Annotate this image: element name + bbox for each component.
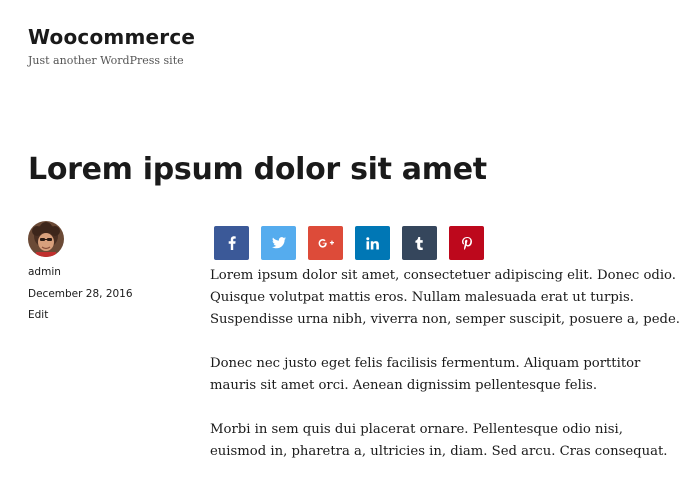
twitter-icon (271, 237, 286, 249)
share-twitter-button[interactable] (261, 226, 296, 260)
site-header: Woocommerce Just another WordPress site (28, 24, 195, 68)
site-tagline: Just another WordPress site (28, 54, 184, 67)
post-paragraph: Lorem ipsum dolor sit amet, consectetuer… (210, 268, 680, 327)
author-link[interactable]: admin (28, 266, 61, 278)
date-link[interactable]: December 28, 2016 (28, 288, 133, 300)
post-meta: admin December 28, 2016 Edit (28, 221, 188, 322)
site-title[interactable]: Woocommerce (28, 24, 195, 50)
google-plus-icon (317, 237, 335, 249)
tumblr-icon (415, 236, 424, 250)
post-date[interactable]: December 28, 2016 (28, 287, 188, 301)
post-edit[interactable]: Edit (28, 308, 188, 322)
share-pinterest-button[interactable] (449, 226, 484, 260)
author-avatar[interactable] (28, 221, 64, 257)
edit-link[interactable]: Edit (28, 309, 48, 321)
pinterest-icon (461, 236, 472, 250)
post-paragraph: Morbi in sem quis dui placerat ornare. P… (210, 422, 668, 459)
post-author[interactable]: admin (28, 265, 188, 279)
post-title: Lorem ipsum dolor sit amet (28, 152, 487, 187)
share-tumblr-button[interactable] (402, 226, 437, 260)
linkedin-icon (366, 236, 379, 250)
facebook-icon (225, 236, 239, 250)
share-linkedin-button[interactable] (355, 226, 390, 260)
post-paragraph: Donec nec justo eget felis facilisis fer… (210, 356, 641, 393)
social-share-bar (214, 226, 484, 260)
avatar-image (28, 221, 64, 257)
share-google-plus-button[interactable] (308, 226, 343, 260)
share-facebook-button[interactable] (214, 226, 249, 260)
post-content: Lorem ipsum dolor sit amet, consectetuer… (210, 265, 680, 485)
